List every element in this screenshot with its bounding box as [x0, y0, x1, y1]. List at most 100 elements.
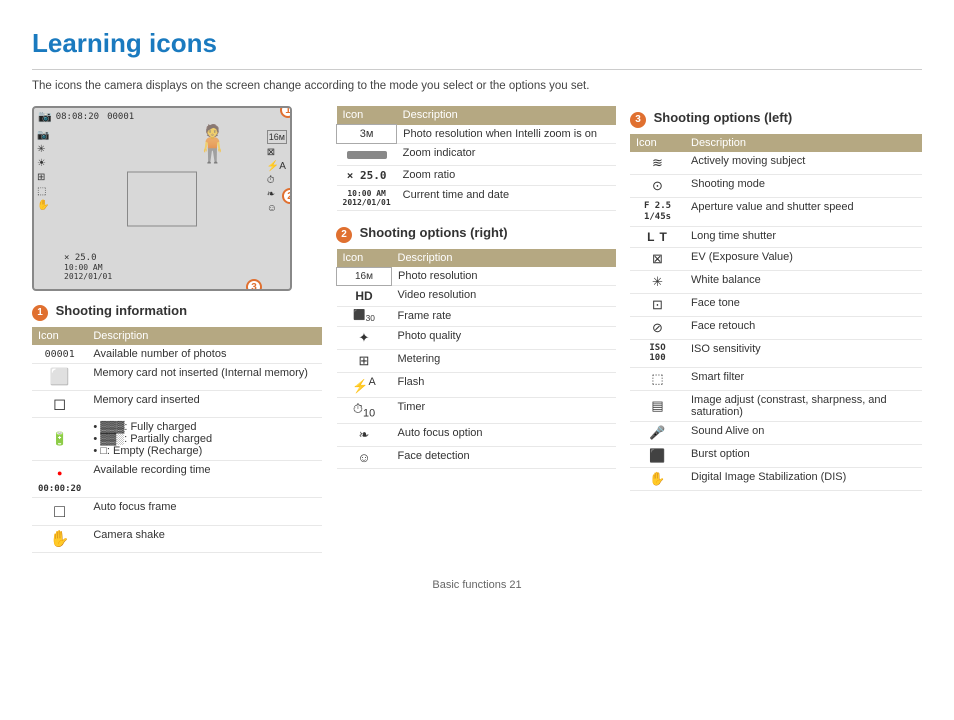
- table-row: ⬛ Burst option: [630, 445, 922, 468]
- table-row: ✳ White balance: [630, 270, 922, 293]
- table-row: ❧ Auto focus option: [337, 423, 617, 446]
- icon-photo-quality: ✦: [337, 327, 392, 350]
- table-row: ⊞ Metering: [337, 350, 617, 373]
- icon-settings: ✳: [37, 144, 49, 155]
- desc-long-time-shutter: Long time shutter: [685, 226, 922, 247]
- table-row: ⬛30 Frame rate: [337, 307, 617, 327]
- table-row: 10:00 AM2012/01/01 Current time and date: [337, 185, 617, 210]
- icon-photo-res-intelli: 3м: [337, 125, 397, 144]
- desc-white-balance: White balance: [685, 270, 922, 293]
- preview-bottom-info: × 25.0 10:00 AM 2012/01/01: [64, 253, 112, 281]
- footer-text: Basic functions 21: [432, 579, 521, 591]
- battery-partial: ▓▓░: Partially charged: [93, 433, 316, 445]
- desc-iso: ISO sensitivity: [685, 339, 922, 368]
- table-row: ◻ Memory card inserted: [32, 391, 322, 418]
- desc-moving-subject: Actively moving subject: [685, 152, 922, 175]
- icon-zoom-ratio: × 25.0: [337, 165, 397, 185]
- section-shooting-options-left: 3 Shooting options (left) Icon Descripti…: [630, 110, 922, 491]
- table-row: 16м Photo resolution: [337, 267, 617, 286]
- icon-timer: ⏱10: [337, 398, 392, 424]
- desc-available-photos: Available number of photos: [87, 345, 322, 364]
- table-row: 3м Photo resolution when Intelli zoom is…: [337, 125, 617, 144]
- page-title: Learning icons: [32, 28, 922, 59]
- icon-timer: ⏱: [267, 175, 287, 186]
- icon-zoom-indicator: [337, 143, 397, 165]
- icon-aperture: F 2.51/45s: [630, 198, 685, 227]
- icon-camera-mode: 📷: [37, 130, 49, 141]
- icon-ev: ⊠: [267, 147, 287, 158]
- desc-flash: Flash: [392, 373, 617, 398]
- table-row: ISO100 ISO sensitivity: [630, 339, 922, 368]
- col-icon-header-main: Icon: [337, 106, 397, 125]
- desc-zoom-ratio: Zoom ratio: [397, 165, 616, 185]
- icon-shooting-mode: ⊙: [630, 175, 685, 198]
- battery-full: ▓▓▓: Fully charged: [93, 421, 316, 433]
- col-icon-header: Icon: [32, 327, 87, 345]
- icon-available-photos: 00001: [32, 345, 87, 364]
- icon-video-res: HD: [337, 286, 392, 307]
- middle-column: Icon Description 3м Photo resolution whe…: [336, 106, 616, 561]
- col-icon-s3: Icon: [630, 134, 685, 152]
- icon-sound-alive: 🎤: [630, 422, 685, 445]
- desc-shooting-mode: Shooting mode: [685, 175, 922, 198]
- section1-badge: 1: [32, 305, 48, 321]
- col-desc-header-main: Description: [397, 106, 616, 125]
- icon-white-balance: ✳: [630, 270, 685, 293]
- col-desc-header: Description: [87, 327, 322, 345]
- preview-icons-left: 📷 ✳ ☀ ⊞ ⬚ ✋: [37, 130, 49, 211]
- section3-table: Icon Description ≋ Actively moving subje…: [630, 134, 922, 491]
- main-layout: 📷 08:08:20 00001 📷 ✳ ☀ ⊞ ⬚ ✋ 🧍: [32, 106, 922, 561]
- desc-face-detection: Face detection: [392, 446, 617, 468]
- icon-dis: ✋: [630, 468, 685, 491]
- battery-list: ▓▓▓: Fully charged ▓▓░: Partially charge…: [93, 421, 316, 457]
- icon-face-retouch: ⊘: [630, 316, 685, 339]
- icon-quality: ⊞: [37, 172, 49, 183]
- icon-frame-rate: ⬛30: [337, 307, 392, 327]
- footer: Basic functions 21: [32, 579, 922, 591]
- section2-title: 2 Shooting options (right): [336, 225, 616, 243]
- table-row: ● 00:00:20 Available recording time: [32, 461, 322, 498]
- page-container: Learning icons The icons the camera disp…: [32, 28, 922, 591]
- icon-flash: ⚡A: [267, 161, 287, 172]
- table-row: ⬜ Memory card not inserted (Internal mem…: [32, 364, 322, 391]
- icon-metering: ⊞: [337, 350, 392, 373]
- icon-image-adjust: ▤: [630, 391, 685, 422]
- table-row: ⊠ EV (Exposure Value): [630, 247, 922, 270]
- desc-image-adjust: Image adjust (constrast, sharpness, and …: [685, 391, 922, 422]
- table-row: ☺ Face detection: [337, 446, 617, 468]
- person-silhouette: 🧍: [190, 123, 235, 165]
- desc-frame-rate: Frame rate: [392, 307, 617, 327]
- desc-burst: Burst option: [685, 445, 922, 468]
- desc-photo-res: Photo resolution: [392, 267, 617, 286]
- desc-metering: Metering: [392, 350, 617, 373]
- icon-burst: ⬛: [630, 445, 685, 468]
- desc-zoom-indicator: Zoom indicator: [397, 143, 616, 165]
- icon-resolution: 16м: [267, 130, 287, 144]
- table-row: L T Long time shutter: [630, 226, 922, 247]
- section-shooting-options-right: 2 Shooting options (right) Icon Descript…: [336, 225, 616, 469]
- section2-badge: 2: [336, 227, 352, 243]
- desc-recording-time: Available recording time: [87, 461, 322, 498]
- table-row: F 2.51/45s Aperture value and shutter sp…: [630, 198, 922, 227]
- desc-face-tone: Face tone: [685, 293, 922, 316]
- focus-frame: [127, 171, 197, 226]
- table-row: ⊘ Face retouch: [630, 316, 922, 339]
- preview-frame-count: 00001: [107, 112, 134, 122]
- table-row: ≋ Actively moving subject: [630, 152, 922, 175]
- desc-memory-card: Memory card inserted: [87, 391, 322, 418]
- battery-empty: □: Empty (Recharge): [93, 445, 316, 457]
- section3-badge: 3: [630, 112, 646, 128]
- icon-smart-filter: ⬚: [630, 368, 685, 391]
- icon-face-tone: ⊡: [630, 293, 685, 316]
- table-row: □ Auto focus frame: [32, 498, 322, 526]
- desc-ev: EV (Exposure Value): [685, 247, 922, 270]
- table-row: Zoom indicator: [337, 143, 617, 165]
- table-row: ⊡ Face tone: [630, 293, 922, 316]
- table-row: ✋ Camera shake: [32, 526, 322, 553]
- left-column: 📷 08:08:20 00001 📷 ✳ ☀ ⊞ ⬚ ✋ 🧍: [32, 106, 322, 561]
- icon-recording-time: ● 00:00:20: [32, 461, 87, 498]
- desc-video-res: Video resolution: [392, 286, 617, 307]
- preview-top-bar: 📷 08:08:20 00001: [34, 108, 290, 125]
- table-row: 🔋 ▓▓▓: Fully charged ▓▓░: Partially char…: [32, 418, 322, 461]
- icon-time-date: 10:00 AM2012/01/01: [337, 185, 397, 210]
